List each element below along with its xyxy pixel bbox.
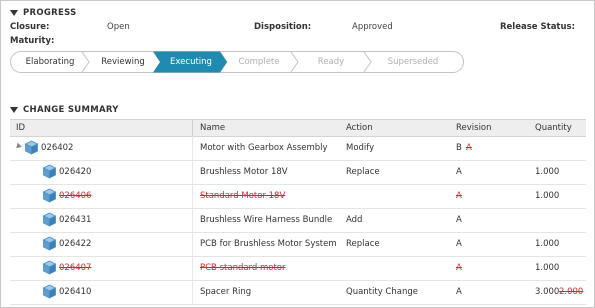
part-cube-icon bbox=[42, 164, 57, 179]
cell-action: Quantity Change bbox=[346, 287, 418, 297]
cell-quantity: 1.000 bbox=[535, 191, 560, 201]
cell-revision: A bbox=[456, 263, 462, 273]
cell-name: Standard Motor 18V bbox=[200, 191, 286, 201]
cell-quantity: 3.000 bbox=[535, 287, 560, 297]
part-cube-icon bbox=[42, 212, 57, 227]
cell-quantity: 1.000 bbox=[535, 167, 560, 177]
step-executing[interactable]: Executing bbox=[158, 51, 224, 73]
maturity-label: Maturity: bbox=[10, 36, 55, 46]
cell-action: Modify bbox=[346, 143, 375, 153]
cell-action: Replace bbox=[346, 239, 380, 249]
step-superseded[interactable]: Superseded bbox=[368, 51, 458, 73]
part-cube-icon bbox=[42, 188, 57, 203]
change-summary-header-label: CHANGE SUMMARY bbox=[23, 105, 119, 115]
part-cube-icon bbox=[42, 260, 57, 275]
cell-revision: A bbox=[456, 215, 462, 225]
table-row[interactable]: 026402 Motor with Gearbox Assembly Modify B… bbox=[10, 136, 586, 161]
part-cube-icon bbox=[42, 284, 57, 299]
column-header-name[interactable]: Name bbox=[200, 120, 225, 136]
cell-revision: A bbox=[456, 167, 462, 177]
disposition-value: Approved bbox=[352, 22, 393, 32]
cell-action: Add bbox=[346, 215, 363, 225]
table-row[interactable]: 026420 Brushless Motor 18V Replace A 1.000 bbox=[10, 160, 586, 185]
table-row[interactable]: 026410 Spacer Ring Quantity Change A 3.000 2.… bbox=[10, 280, 586, 305]
change-summary-section-header[interactable]: CHANGE SUMMARY bbox=[10, 105, 119, 115]
lifecycle-stepper: Elaborating Reviewing Executing Complete… bbox=[10, 51, 464, 73]
cell-revision-old: A bbox=[466, 143, 472, 153]
cell-revision: A bbox=[456, 287, 462, 297]
cell-name: Brushless Motor 18V bbox=[200, 167, 288, 177]
progress-header-label: PROGRESS bbox=[23, 8, 77, 18]
cell-quantity: 1.000 bbox=[535, 263, 560, 273]
cell-name: Spacer Ring bbox=[200, 287, 252, 297]
collapse-triangle-icon[interactable] bbox=[10, 10, 18, 16]
disposition-label: Disposition: bbox=[254, 22, 312, 32]
column-header-quantity[interactable]: Quantity bbox=[535, 120, 572, 136]
closure-label: Closure: bbox=[10, 22, 50, 32]
part-cube-icon bbox=[24, 140, 39, 155]
closure-value: Open bbox=[107, 22, 130, 32]
cell-id[interactable]: 026402 bbox=[41, 136, 73, 160]
step-ready[interactable]: Ready bbox=[297, 51, 365, 73]
cell-action: Replace bbox=[346, 167, 380, 177]
table-row[interactable]: 026422 PCB for Brushless Motor System Repl… bbox=[10, 232, 586, 257]
column-header-action[interactable]: Action bbox=[346, 120, 373, 136]
cell-id[interactable]: 026407 bbox=[59, 256, 91, 280]
cell-name: Motor with Gearbox Assembly bbox=[200, 143, 328, 153]
cell-id[interactable]: 026422 bbox=[59, 232, 91, 256]
column-header-revision[interactable]: Revision bbox=[456, 120, 492, 136]
cell-name: Brushless Wire Harness Bundle bbox=[200, 215, 333, 225]
cell-revision: B bbox=[456, 143, 462, 153]
table-row[interactable]: 026431 Brushless Wire Harness Bundle Add A bbox=[10, 208, 586, 233]
cell-id[interactable]: 026431 bbox=[59, 208, 91, 232]
step-complete[interactable]: Complete bbox=[225, 51, 293, 73]
cell-revision: A bbox=[456, 239, 462, 249]
step-elaborating[interactable]: Elaborating bbox=[16, 51, 84, 73]
expand-toggle-icon[interactable] bbox=[14, 142, 22, 151]
release-status-label: Release Status: bbox=[500, 22, 576, 32]
cell-quantity-old: 2.000 bbox=[559, 287, 584, 297]
column-header-id[interactable]: ID bbox=[16, 120, 25, 136]
cell-quantity: 1.000 bbox=[535, 239, 560, 249]
step-reviewing[interactable]: Reviewing bbox=[88, 51, 158, 73]
table-row[interactable]: 026407 PCB standard motor A 1.000 bbox=[10, 256, 586, 281]
cell-name: PCB for Brushless Motor System bbox=[200, 239, 337, 249]
cell-id[interactable]: 026406 bbox=[59, 184, 91, 208]
cell-id[interactable]: 026410 bbox=[59, 280, 91, 304]
table-header: ID Name Action Revision Quantity bbox=[10, 119, 586, 137]
collapse-triangle-icon[interactable] bbox=[10, 107, 18, 113]
cell-id[interactable]: 026420 bbox=[59, 160, 91, 184]
part-cube-icon bbox=[42, 236, 57, 251]
cell-name: PCB standard motor bbox=[200, 263, 286, 273]
progress-section-header[interactable]: PROGRESS bbox=[10, 8, 77, 18]
table-row[interactable]: 026406 Standard Motor 18V A 1.000 bbox=[10, 184, 586, 209]
cell-revision: A bbox=[456, 191, 462, 201]
